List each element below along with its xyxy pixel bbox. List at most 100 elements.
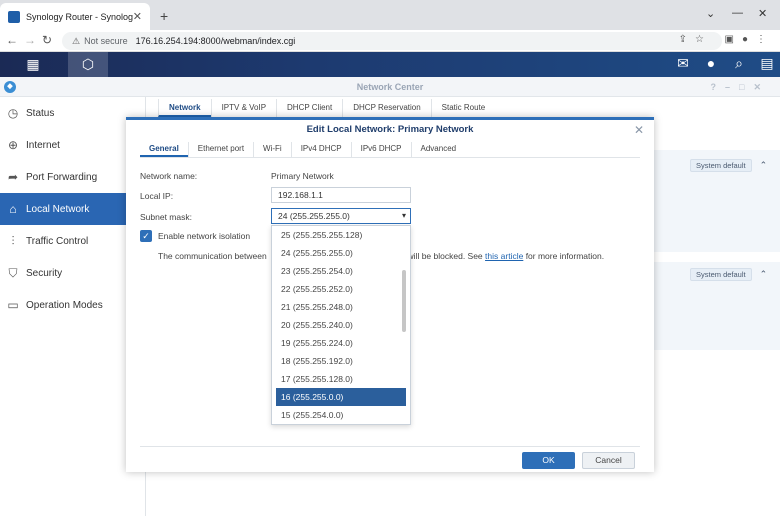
browser-toolbar-icons[interactable]: ▣●⋮: [725, 34, 775, 45]
forward-icon: ➦: [7, 170, 19, 184]
browser-tab[interactable]: Synology Router - SynologyRout ✕: [0, 3, 150, 30]
dropdown-option[interactable]: 18 (255.255.192.0): [272, 352, 410, 370]
tab-ipv6-dhcp[interactable]: IPv6 DHCP: [350, 142, 411, 157]
network-isolation-checkbox[interactable]: ✓: [140, 230, 152, 242]
local-ip-input[interactable]: 192.168.1.1: [271, 187, 411, 203]
chevron-up-icon[interactable]: ⌃: [760, 269, 768, 280]
main-menu-grid-icon[interactable]: ▦: [24, 56, 42, 73]
sidebar-item-label: Security: [26, 267, 63, 279]
notification-icon[interactable]: ✉: [674, 55, 692, 72]
subnet-mask-label: Subnet mask:: [140, 212, 192, 222]
dropdown-option[interactable]: 19 (255.255.224.0): [272, 334, 410, 352]
sidebar-item-label: Internet: [26, 139, 60, 151]
warning-icon[interactable]: ⚠: [72, 36, 80, 47]
dropdown-option[interactable]: 24 (255.255.255.0): [272, 244, 410, 262]
dropdown-scrollbar[interactable]: [402, 270, 406, 332]
dropdown-option[interactable]: 25 (255.255.255.128): [272, 226, 410, 244]
user-icon[interactable]: ●: [702, 55, 720, 72]
tab-ipv4-dhcp[interactable]: IPv4 DHCP: [290, 142, 351, 157]
subnet-mask-select[interactable]: 24 (255.255.255.0) ▾: [271, 208, 411, 224]
sliders-icon: ⫶: [11, 234, 15, 248]
close-icon[interactable]: ✕: [634, 123, 644, 137]
search-icon[interactable]: ⌕: [730, 55, 748, 72]
dropdown-option[interactable]: 15 (255.254.0.0): [272, 406, 410, 424]
tab-iptv-voip[interactable]: IPTV & VoIP: [210, 99, 276, 117]
network-isolation-label: Enable network isolation: [158, 231, 251, 241]
network-center-logo-icon: ◆: [4, 81, 16, 93]
network-name-value: Primary Network: [271, 171, 334, 181]
sidebar-item-port-forwarding[interactable]: ➦ Port Forwarding: [0, 161, 145, 193]
tab-search-chevron-icon[interactable]: ⌄: [706, 7, 715, 20]
status-icon: ◷: [7, 106, 19, 120]
local-ip-label: Local IP:: [140, 191, 174, 201]
tab-wifi[interactable]: Wi-Fi: [253, 142, 291, 157]
main-tabs: Network IPTV & VoIP DHCP Client DHCP Res…: [158, 99, 495, 117]
dropdown-option[interactable]: 17 (255.255.128.0): [272, 370, 410, 388]
chevron-up-icon[interactable]: ⌃: [760, 160, 768, 171]
sidebar-item-security[interactable]: ⛉ Security: [0, 257, 145, 289]
network-row-secondary: System default ⌃: [654, 267, 780, 281]
new-tab-icon[interactable]: +: [160, 8, 168, 24]
dialog-divider: [140, 446, 640, 447]
sidebar-item-label: Local Network: [26, 203, 90, 215]
sidebar-item-operation-modes[interactable]: ▭ Operation Modes: [0, 289, 145, 321]
address-bar: ← → ↻ ⚠ Not secure 176.16.254.194:8000/w…: [0, 30, 780, 52]
tab-ethernet-port[interactable]: Ethernet port: [187, 142, 253, 157]
sidebar-item-label: Port Forwarding: [26, 171, 98, 183]
sidebar-item-status[interactable]: ◷ Status: [0, 97, 145, 129]
not-secure-label: Not secure: [84, 36, 128, 46]
dropdown-option[interactable]: 20 (255.255.240.0): [272, 316, 410, 334]
taskbar-right-icons: ✉ ● ⌕ ▤: [674, 55, 776, 72]
close-tab-icon[interactable]: ✕: [133, 10, 142, 23]
dropdown-option-selected[interactable]: 16 (255.255.0.0): [276, 388, 406, 406]
url-text: 176.16.254.194:8000/webman/index.cgi: [135, 36, 296, 46]
sidebar-item-label: Operation Modes: [26, 299, 103, 311]
sidebar: ◷ Status ⊕ Internet ➦ Port Forwarding ⌂ …: [0, 97, 146, 516]
description-start: The communication between: [158, 251, 267, 261]
widgets-icon[interactable]: ▤: [758, 55, 776, 72]
app-title: Network Center: [356, 82, 424, 92]
status-badge: System default: [690, 267, 752, 281]
sidebar-item-traffic-control[interactable]: ⫶ Traffic Control: [0, 225, 145, 257]
window-controls[interactable]: ?–□✕: [711, 77, 770, 97]
network-row-primary: System default ⌃: [654, 158, 780, 172]
sidebar-item-local-network[interactable]: ⌂ Local Network: [0, 193, 145, 225]
browser-tab-title: Synology Router - SynologyRout: [26, 11, 133, 22]
share-and-bookmark-icons[interactable]: ⇪☆: [679, 34, 712, 45]
dropdown-option[interactable]: 22 (255.255.252.0): [272, 280, 410, 298]
ok-button[interactable]: OK: [522, 452, 575, 469]
edit-local-network-dialog: Edit Local Network: Primary Network ✕ Ge…: [126, 117, 654, 472]
globe-icon: ⊕: [7, 138, 19, 152]
router-icon: ▭: [7, 298, 19, 312]
synology-favicon-icon: [8, 10, 20, 23]
description-end: for more information.: [525, 251, 605, 261]
tab-dhcp-client[interactable]: DHCP Client: [276, 99, 342, 117]
chevron-down-icon[interactable]: ▾: [402, 209, 406, 223]
dialog-tabs: General Ethernet port Wi-Fi IPv4 DHCP IP…: [140, 142, 640, 158]
dropdown-option[interactable]: 23 (255.255.254.0): [272, 262, 410, 280]
subnet-mask-dropdown: 25 (255.255.255.128) 24 (255.255.255.0) …: [271, 225, 411, 425]
dialog-title: Edit Local Network: Primary Network: [306, 124, 474, 135]
shield-icon: ⛉: [8, 266, 18, 280]
reload-icon[interactable]: ↻: [42, 33, 52, 47]
tab-general[interactable]: General: [140, 142, 188, 157]
this-article-link[interactable]: this article: [485, 251, 523, 261]
close-window-icon[interactable]: ✕: [758, 7, 767, 20]
dropdown-option[interactable]: 21 (255.255.248.0): [272, 298, 410, 316]
forward-icon[interactable]: →: [24, 33, 36, 47]
sidebar-item-internet[interactable]: ⊕ Internet: [0, 129, 145, 161]
tab-advanced[interactable]: Advanced: [410, 142, 466, 157]
cancel-button[interactable]: Cancel: [582, 452, 635, 469]
url-input[interactable]: ⚠ Not secure 176.16.254.194:8000/webman/…: [62, 32, 722, 50]
sidebar-item-label: Status: [26, 107, 55, 119]
tab-network[interactable]: Network: [158, 99, 211, 117]
tab-static-route[interactable]: Static Route: [430, 99, 496, 117]
minimize-icon[interactable]: —: [732, 7, 743, 19]
network-center-app-icon[interactable]: ⬡: [68, 52, 108, 77]
local-ip-value: 192.168.1.1: [278, 190, 323, 200]
tab-dhcp-reservation[interactable]: DHCP Reservation: [342, 99, 430, 117]
app-title-bar: ◆ Network Center ?–□✕: [0, 77, 780, 97]
status-badge: System default: [690, 158, 752, 172]
subnet-mask-value: 24 (255.255.255.0): [278, 211, 350, 221]
back-icon[interactable]: ←: [6, 33, 18, 47]
